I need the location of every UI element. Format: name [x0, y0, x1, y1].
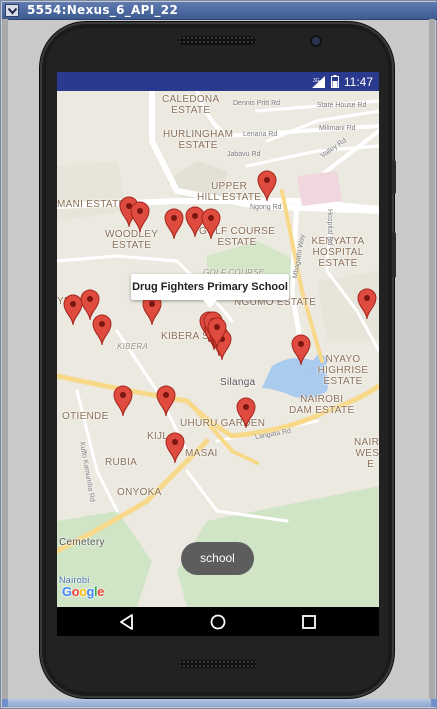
status-bar: 3G 11:47 — [57, 72, 379, 91]
device-screen: 3G 11:47 CALEDONA ESTATE HURLINGHAM ESTA… — [57, 72, 379, 636]
map-marker-pin-icon — [130, 201, 150, 233]
label-nairobi-dam: NAIROBI DAM ESTATE — [289, 394, 354, 416]
road-dennis-pritt: Dennis Pritt Rd — [233, 100, 281, 107]
label-nyayo: NYAYO HIGHRISE ESTATE — [307, 354, 379, 387]
map-marker[interactable] — [357, 288, 377, 320]
label-caledonia: CALEDONA ESTATE — [162, 94, 219, 116]
label-upper-hill: UPPER HILL ESTATE — [197, 181, 261, 203]
power-button[interactable] — [392, 160, 396, 194]
map-marker-pin-icon — [164, 208, 184, 240]
signal-icon: 3G — [311, 75, 325, 88]
map-view[interactable]: CALEDONA ESTATE HURLINGHAM ESTATE UPPER … — [57, 91, 379, 607]
status-time: 11:47 — [343, 74, 373, 89]
map-marker[interactable] — [92, 314, 112, 346]
label-caledonia-text: CALEDONA ESTATE — [162, 94, 220, 116]
chevron-down-icon — [8, 7, 17, 15]
map-marker-pin-icon — [113, 385, 133, 417]
map-marker[interactable] — [236, 397, 256, 429]
road-jabavu: Jabavu Rd — [227, 151, 261, 158]
map-marker-pin-icon — [92, 314, 112, 346]
label-nairobi-west-text: NAIRO WEST E — [354, 437, 379, 470]
label-kimani: MANI ESTATE — [57, 199, 126, 210]
toast: school — [181, 542, 254, 575]
google-logo-g2: g — [86, 584, 95, 599]
label-otiende: OTIENDE — [62, 411, 109, 422]
map-marker-pin-icon — [156, 385, 176, 417]
window-right-border — [429, 19, 435, 703]
label-cemetery: Cemetery — [59, 537, 105, 548]
window-title: 5554:Nexus_6_API_22 — [27, 3, 179, 17]
map-marker-pin-icon — [291, 334, 311, 366]
front-camera — [312, 37, 320, 45]
map-marker-pin-icon — [201, 208, 221, 240]
map-marker[interactable] — [207, 317, 227, 349]
back-icon[interactable] — [117, 612, 137, 632]
window-menu-button[interactable] — [5, 4, 19, 17]
home-icon[interactable] — [208, 612, 228, 632]
resize-corner-left[interactable] — [2, 699, 8, 707]
road-ngong: Ngong Rd — [250, 204, 282, 211]
map-marker[interactable] — [165, 432, 185, 464]
label-silanga: Silanga — [220, 377, 256, 388]
navigation-bar — [57, 607, 379, 636]
map-marker[interactable] — [291, 334, 311, 366]
label-upper-hill-text: UPPER HILL ESTATE — [197, 181, 262, 203]
label-nyayo-text: NYAYO HIGHRISE ESTATE — [317, 354, 369, 387]
road-milimani: Milimani Rd — [319, 125, 356, 132]
map-marker-pin-icon — [165, 432, 185, 464]
label-kibera: KIBERA — [117, 342, 149, 351]
map-marker[interactable] — [113, 385, 133, 417]
label-masai: MASAI — [185, 448, 218, 459]
resize-corner-right[interactable] — [431, 699, 437, 707]
top-speaker — [178, 36, 256, 45]
road-lenana: Lenana Rd — [243, 131, 278, 138]
label-nairobi-west: NAIRO WEST E — [354, 437, 379, 470]
google-logo[interactable]: Google — [62, 584, 104, 599]
google-logo-o1: o — [71, 584, 80, 599]
recents-icon[interactable] — [299, 612, 319, 632]
label-hurlingham-text: HURLINGHAM ESTATE — [163, 129, 234, 151]
info-window-tail — [203, 300, 217, 308]
label-hurlingham: HURLINGHAM ESTATE — [163, 129, 233, 151]
map-marker[interactable] — [164, 208, 184, 240]
label-onyoka: ONYOKA — [117, 487, 162, 498]
map-marker-pin-icon — [236, 397, 256, 429]
window-left-border — [2, 19, 8, 703]
map-marker[interactable] — [156, 385, 176, 417]
map-marker-pin-icon — [257, 170, 277, 202]
label-rubia: RUBIA — [105, 457, 138, 468]
window-titlebar[interactable]: 5554:Nexus_6_API_22 — [2, 2, 437, 20]
map-marker-pin-icon — [357, 288, 377, 320]
label-kenyatta-text: KENYATTA HOSPITAL ESTATE — [311, 236, 365, 269]
info-window[interactable]: Drug Fighters Primary School — [131, 274, 289, 300]
status-icons: 3G 11:47 — [311, 74, 373, 89]
label-nairobi-dam-text: NAIROBI DAM ESTATE — [289, 394, 355, 416]
road-hospital: Hospital Rd — [326, 209, 333, 246]
google-logo-o2: o — [79, 584, 87, 599]
map-marker[interactable] — [130, 201, 150, 233]
google-logo-g: G — [62, 584, 72, 599]
window-bottom-border[interactable] — [2, 699, 437, 707]
google-logo-e: e — [97, 584, 104, 599]
bottom-speaker — [178, 660, 256, 668]
map-marker[interactable] — [257, 170, 277, 202]
road-state-house: State House Rd — [317, 102, 367, 109]
label-kenyatta: KENYATTA HOSPITAL ESTATE — [297, 236, 379, 269]
network-type: 3G — [313, 78, 320, 84]
battery-icon — [330, 75, 339, 88]
map-marker-pin-icon — [207, 317, 227, 349]
volume-button[interactable] — [392, 232, 396, 278]
map-marker[interactable] — [201, 208, 221, 240]
